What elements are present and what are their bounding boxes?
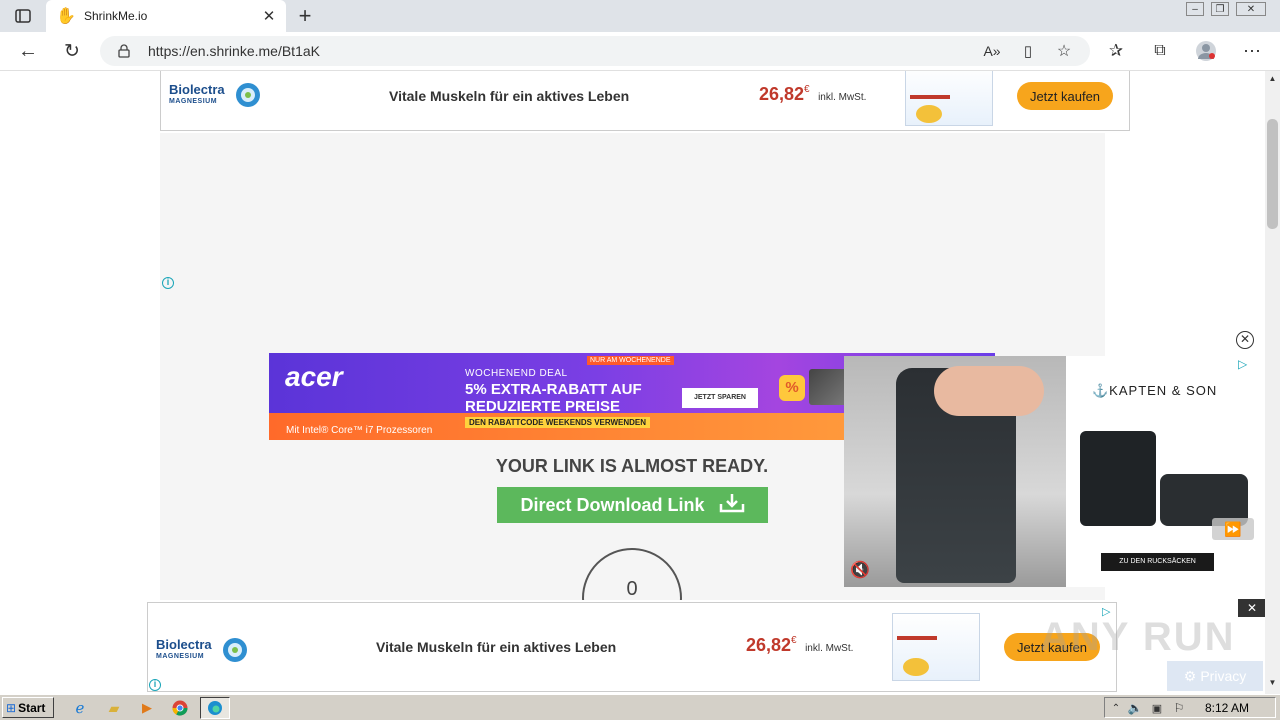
close-window-icon[interactable]: ✕ — [1236, 2, 1266, 16]
url-field[interactable]: https://en.shrinke.me/Bt1aK A» ▯ ☆ — [100, 36, 1090, 66]
minimize-icon[interactable]: – — [1186, 2, 1204, 16]
video-ad-close-icon[interactable]: ✕ — [1236, 331, 1254, 349]
scrollbar-thumb[interactable] — [1267, 119, 1278, 229]
chrome-icon[interactable] — [170, 698, 190, 718]
bottom-ad-price-block: 26,82€ inkl. MwSt. — [746, 635, 853, 656]
ad-tax: inkl. MwSt. — [818, 92, 867, 103]
video-ad-player[interactable]: 🔇 — [844, 356, 1066, 587]
add-favorite-icon[interactable]: ☆ — [1054, 41, 1074, 61]
privacy-badge[interactable]: ⚙ Privacy — [1167, 661, 1263, 691]
favorites-icon[interactable]: ✰ — [1104, 40, 1128, 62]
more-icon[interactable]: ⋯ — [1240, 40, 1264, 62]
acer-logo: acer — [285, 361, 343, 392]
percent-badge-icon: % — [779, 375, 805, 401]
media-player-icon[interactable]: ▶ — [137, 698, 157, 718]
scroll-up-icon[interactable]: ▲ — [1267, 73, 1278, 83]
action-center-flag-icon[interactable]: ⚐ — [1171, 700, 1187, 716]
immersive-reader-icon[interactable]: ▯ — [1018, 41, 1038, 61]
lock-icon — [116, 43, 132, 59]
product-box-image — [905, 71, 993, 126]
collections-icon[interactable]: ⧉ — [1148, 40, 1172, 62]
bottom-ad-price: 26,82 — [746, 635, 792, 655]
back-icon[interactable]: ← — [16, 40, 40, 62]
acer-weekend-tag: NUR AM WOCHENENDE — [587, 356, 674, 365]
sidebar-toggle-icon[interactable] — [12, 6, 34, 26]
video-ad-brand: ⚓KAPTEN & SON — [1092, 383, 1218, 398]
privacy-label: Privacy — [1200, 668, 1247, 684]
system-tray: ⌃ 🔈 ▣ ⚐ 8:12 AM — [1104, 697, 1276, 718]
bottom-ad-brand-sub: MAGNESIUM — [156, 653, 205, 660]
profile-icon[interactable] — [1194, 39, 1218, 63]
bottom-ad-banner[interactable]: Biolectra MAGNESIUM Vitale Muskeln für e… — [147, 602, 1117, 692]
download-icon — [719, 493, 745, 518]
bottom-ad-brand: Biolectra — [156, 637, 212, 652]
tab-close-icon[interactable]: ✕ — [260, 7, 278, 25]
ad-brand: Biolectra — [169, 82, 225, 97]
refresh-icon[interactable]: ↻ — [60, 40, 84, 62]
start-label: Start — [18, 700, 46, 715]
privacy-gear-icon: ⚙ — [1183, 667, 1197, 684]
direct-download-button[interactable]: Direct Download Link — [497, 487, 768, 523]
video-ad-panel[interactable]: 🔇 ⚓KAPTEN & SON ZU DEN RUCKSÄCKEN ⏩ — [844, 356, 1265, 587]
biolectra-emblem-icon-bottom — [223, 638, 247, 662]
start-button[interactable]: ⊞ Start — [2, 697, 54, 718]
biolectra-emblem-icon — [236, 83, 260, 107]
browser-tab[interactable]: ✋ ShrinkMe.io ✕ — [46, 0, 286, 32]
taskbar: ⊞ Start ℯ ▰ ▶ ⌃ 🔈 ▣ ⚐ 8:12 AM — [0, 694, 1280, 720]
tab-bar: ✋ ShrinkMe.io ✕ + – ❐ ✕ — [0, 0, 1280, 32]
video-ad-cta-button[interactable]: ZU DEN RUCKSÄCKEN — [1101, 553, 1214, 571]
countdown-value: 0 — [626, 578, 638, 600]
ad-headline: Vitale Muskeln für ein aktives Leben — [389, 88, 630, 104]
fast-forward-icon[interactable]: ⏩ — [1212, 518, 1254, 540]
clock: 8:12 AM — [1205, 701, 1250, 715]
adchoices-icon[interactable]: ▷ — [1238, 357, 1247, 371]
address-bar: ← ↻ https://en.shrinke.me/Bt1aK A» ▯ ☆ ✰… — [0, 32, 1280, 71]
tab-title: ShrinkMe.io — [84, 9, 148, 23]
ie-icon[interactable]: ℯ — [70, 698, 90, 718]
ad-price-block: 26,82€ inkl. MwSt. — [759, 84, 866, 105]
buy-now-button[interactable]: Jetzt kaufen — [1017, 82, 1113, 110]
network-icon[interactable]: ▣ — [1149, 700, 1165, 716]
bottom-ad-info-icon[interactable]: i — [149, 679, 161, 691]
anyrun-watermark: ANY RUN — [1040, 615, 1236, 659]
page-content: Biolectra MAGNESIUM Vitale Muskeln für e… — [0, 71, 1265, 694]
site-favicon-icon: ✋ — [56, 8, 76, 25]
ad-info-icon[interactable]: i — [162, 277, 174, 289]
new-tab-icon[interactable]: + — [294, 3, 316, 28]
acer-headline-1: 5% EXTRA-RABATT AUF — [465, 381, 642, 398]
download-button-label: Direct Download Link — [520, 494, 705, 515]
tray-expand-icon[interactable]: ⌃ — [1109, 700, 1123, 716]
backpack-product-1-image — [1080, 431, 1156, 526]
biolectra-logo-bottom: Biolectra MAGNESIUM — [156, 627, 256, 667]
ad-brand-sub: MAGNESIUM — [169, 98, 218, 105]
hand-image — [934, 366, 1044, 416]
muted-icon[interactable]: 🔇 — [850, 560, 870, 580]
bottom-ad-tax: inkl. MwSt. — [805, 643, 854, 654]
scroll-down-icon[interactable]: ▼ — [1267, 677, 1278, 687]
acer-code-text: DEN RABATTCODE WEEKENDS VERWENDEN — [465, 417, 651, 428]
page-scrollbar[interactable]: ▲ ▼ — [1265, 71, 1280, 694]
ad-currency: € — [804, 84, 810, 95]
bottom-ad-close-icon[interactable]: ✕ — [1238, 599, 1265, 617]
acer-footer-text: Mit Intel® Core™ i7 Prozessoren — [286, 425, 433, 436]
edge-icon[interactable] — [200, 697, 230, 719]
biolectra-logo: Biolectra MAGNESIUM — [169, 72, 269, 112]
url-text: https://en.shrinke.me/Bt1aK — [148, 43, 320, 59]
volume-icon[interactable]: 🔈 — [1127, 700, 1143, 716]
read-aloud-icon[interactable]: A» — [982, 41, 1002, 61]
bottom-product-box-image — [892, 613, 980, 681]
bottom-ad-currency: € — [791, 635, 797, 646]
acer-headline-2: REDUZIERTE PREISE — [465, 398, 621, 415]
restore-icon[interactable]: ❐ — [1211, 2, 1229, 16]
bottom-ad-headline: Vitale Muskeln für ein aktives Leben — [376, 639, 617, 655]
folder-icon[interactable]: ▰ — [104, 698, 124, 718]
top-ad-banner[interactable]: Biolectra MAGNESIUM Vitale Muskeln für e… — [160, 71, 1130, 131]
ad-price: 26,82 — [759, 84, 805, 104]
acer-cta-button[interactable]: JETZT SPAREN — [682, 388, 758, 408]
windows-logo-icon: ⊞ — [6, 700, 17, 715]
acer-deal-label: WOCHENEND DEAL — [465, 368, 568, 379]
